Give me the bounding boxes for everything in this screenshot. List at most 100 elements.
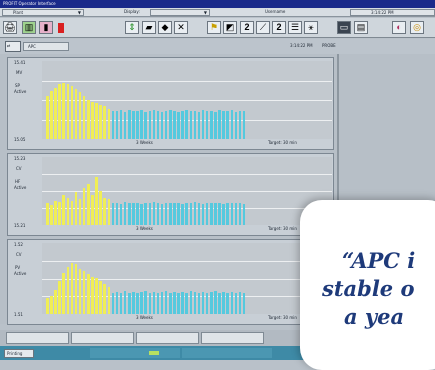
number-two-icon[interactable]: 2 — [240, 21, 254, 34]
bar-history — [62, 83, 65, 139]
trend-icon[interactable]: ▮ — [39, 21, 53, 34]
plant-dropdown[interactable]: Plant ▼ — [2, 9, 84, 16]
var-type: CV — [16, 166, 22, 171]
screen-icon[interactable]: ▭ — [337, 21, 351, 34]
bar-history — [103, 106, 106, 139]
bar-prediction — [210, 292, 213, 314]
status-segment-1 — [90, 348, 180, 358]
network-icon[interactable]: ⚹ — [304, 21, 318, 34]
bar-prediction — [205, 293, 209, 314]
bar-prediction — [152, 292, 156, 314]
bar-prediction — [205, 111, 209, 139]
bar-prediction — [164, 111, 168, 139]
bar-prediction — [214, 203, 217, 225]
window-icon[interactable]: ▤ — [354, 21, 368, 34]
bar-prediction — [136, 111, 139, 139]
bar-history — [74, 192, 78, 225]
grid-icon[interactable]: ▥ — [22, 21, 36, 34]
bar-history — [99, 105, 102, 139]
bar-prediction — [234, 112, 238, 139]
bar-prediction — [193, 292, 197, 314]
nav-arrows[interactable]: ⇄ — [5, 41, 21, 52]
function-button-2[interactable] — [71, 332, 134, 344]
status-tab-printing[interactable]: Printing — [4, 349, 34, 358]
bar-prediction — [160, 204, 164, 225]
bar-history — [70, 86, 74, 139]
trend-panel: 15.41 MV SP Active 15.05 3 Weeks Target: 30 mi… — [7, 57, 334, 150]
bar-prediction — [230, 110, 234, 139]
var-name: SP — [15, 83, 20, 88]
bar-prediction — [156, 293, 160, 314]
palette-icon[interactable]: ◐ — [392, 21, 406, 34]
status-label: Active — [14, 271, 27, 276]
list-icon[interactable]: ☰ — [288, 21, 302, 34]
bottom-value: 15.05 — [14, 137, 26, 142]
bar-prediction — [226, 111, 229, 139]
bar-history — [54, 201, 57, 225]
status-tab-label: Printing — [7, 351, 23, 356]
bar-prediction — [185, 293, 188, 314]
grid-line — [42, 191, 332, 192]
bar-history — [78, 92, 82, 139]
chart-icon[interactable]: ◩ — [223, 21, 237, 34]
bar-prediction — [160, 112, 164, 139]
bar-history — [103, 198, 106, 225]
bar-history — [62, 273, 65, 314]
alarm-icon[interactable] — [58, 23, 64, 33]
bar-prediction — [242, 204, 246, 225]
bar-prediction — [132, 292, 135, 314]
menu-bar: Plant ▼ Display: ▼ Username 3:14:22 PM — [0, 8, 435, 17]
line-chart-icon[interactable]: ⟋ — [256, 21, 270, 34]
diamond-icon[interactable]: ◆ — [158, 21, 172, 34]
bar-history — [58, 202, 61, 225]
username-field[interactable] — [222, 9, 342, 16]
bar-prediction — [177, 203, 180, 225]
number-two-chart-icon[interactable]: 2 — [272, 21, 286, 34]
bar-history — [78, 269, 82, 314]
bar-prediction — [148, 203, 152, 225]
bar-history — [66, 198, 70, 225]
function-button-4[interactable] — [201, 332, 264, 344]
printer-icon[interactable]: 🖨 — [3, 21, 17, 34]
function-button-3[interactable] — [136, 332, 199, 344]
apc-tab[interactable]: APC — [23, 42, 69, 51]
plot-area — [42, 61, 332, 139]
bar-prediction — [177, 293, 180, 314]
status-indicator — [149, 351, 159, 355]
bar-prediction — [152, 110, 156, 139]
quote-line-3: a yea — [344, 304, 405, 329]
display-dropdown[interactable]: ▼ — [150, 9, 210, 16]
bar-prediction — [128, 110, 131, 139]
bar-history — [58, 281, 61, 314]
window-title: PROFIT Operator Interface — [3, 1, 56, 6]
function-button-1[interactable] — [6, 332, 69, 344]
quote-line-2: stable o — [322, 276, 415, 301]
bar-history — [91, 102, 94, 139]
folder-icon[interactable]: ▰ — [142, 21, 156, 34]
close-box-icon[interactable]: ✕ — [174, 21, 188, 34]
bar-prediction — [238, 203, 242, 225]
trend-panel: 1.52 CV PV Active 1.51 3 Weeks Target: 30 min — [7, 239, 334, 325]
grid-line — [42, 81, 332, 82]
bar-history — [107, 287, 111, 314]
bar-prediction — [181, 111, 184, 139]
arrows-icon[interactable]: ⇕ — [125, 21, 139, 34]
bar-prediction — [115, 203, 119, 225]
bar-prediction — [226, 293, 229, 314]
bar-prediction — [238, 111, 242, 139]
bar-prediction — [111, 111, 115, 139]
bar-history — [95, 177, 98, 225]
bar-prediction — [234, 293, 238, 314]
bar-prediction — [123, 112, 127, 139]
bar-prediction — [115, 292, 119, 314]
arrow-icon: ⇄ — [7, 43, 11, 48]
bar-history — [82, 96, 86, 139]
help-icon[interactable]: ◎ — [410, 21, 424, 34]
bar-history — [50, 296, 53, 314]
bar-prediction — [123, 291, 127, 314]
bar-history — [99, 281, 102, 314]
bar-history — [46, 203, 49, 225]
chevron-down-icon: ▼ — [77, 10, 81, 15]
bar-history — [82, 271, 86, 314]
flag-icon[interactable]: ⚑ — [207, 21, 221, 34]
